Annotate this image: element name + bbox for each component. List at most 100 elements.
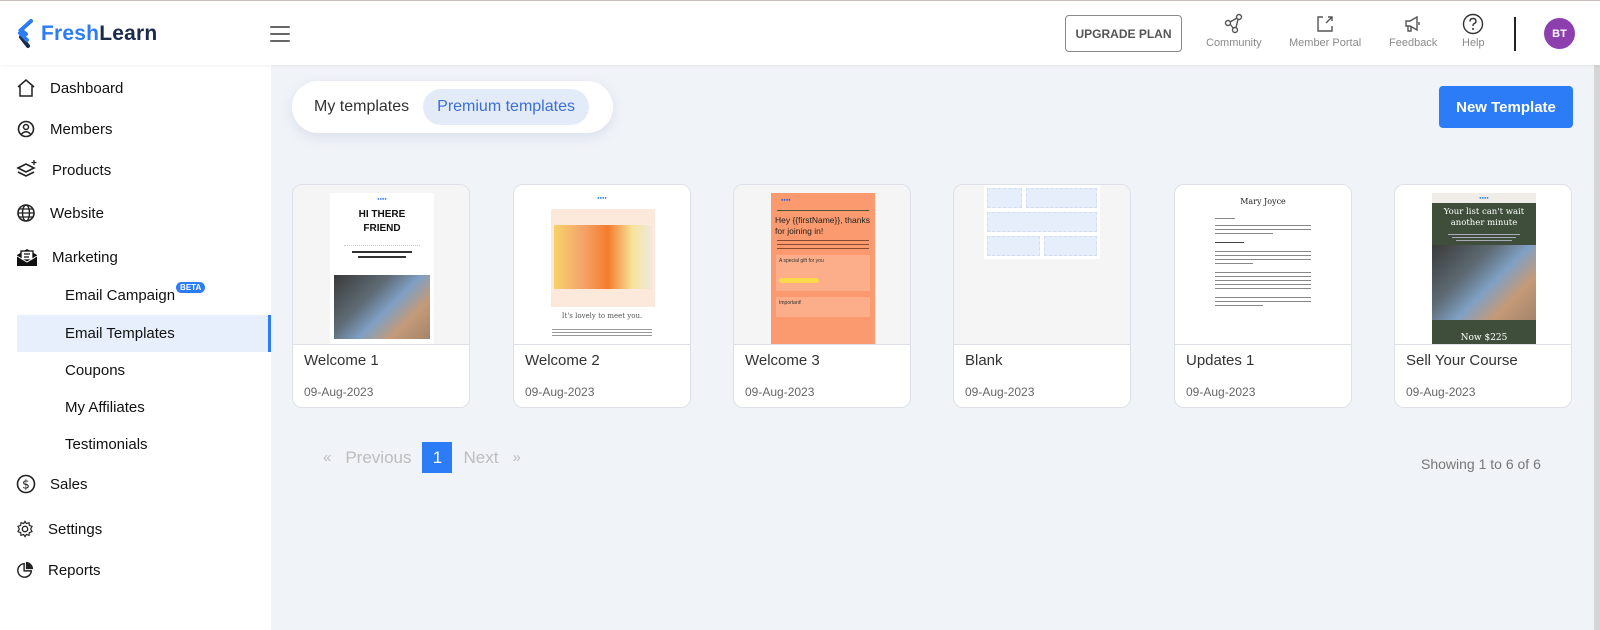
- template-tabs: My templates Premium templates: [292, 81, 613, 133]
- first-page-icon[interactable]: «: [323, 449, 331, 466]
- template-card[interactable]: Mary Joyce Updates 1 09-Aug-2023: [1174, 184, 1352, 408]
- template-thumbnail: ●●●● HI THERE FRIEND: [293, 185, 469, 345]
- page-scrollbar[interactable]: [1594, 65, 1600, 630]
- header-divider: [1514, 17, 1516, 51]
- logo-text: FreshLearn: [41, 22, 157, 46]
- home-icon: [17, 79, 35, 97]
- sidebar-subitem-testimonials[interactable]: Testimonials: [17, 426, 271, 463]
- help-label: Help: [1462, 37, 1485, 49]
- sidebar-subitem-email-campaign[interactable]: Email Campaign BETA: [17, 277, 271, 314]
- sidebar-item-settings[interactable]: Settings: [16, 520, 102, 538]
- showing-count: Showing 1 to 6 of 6: [1421, 456, 1541, 472]
- sidebar-item-reports[interactable]: Reports: [16, 561, 101, 579]
- globe-icon: [17, 204, 35, 222]
- sidebar-item-marketing[interactable]: Marketing: [16, 247, 118, 267]
- woman-laptop-image: [1432, 245, 1536, 320]
- template-date: 09-Aug-2023: [525, 385, 595, 399]
- template-name: Welcome 2: [525, 352, 600, 369]
- freshlearn-logo-icon: [17, 19, 33, 48]
- template-card[interactable]: ●●●● HI THERE FRIEND Welcome 1 09-Aug-20…: [292, 184, 470, 408]
- two-women-image: [554, 225, 652, 289]
- sidebar-item-members[interactable]: Members: [16, 119, 113, 139]
- template-date: 09-Aug-2023: [965, 385, 1035, 399]
- template-date: 09-Aug-2023: [1186, 385, 1256, 399]
- sidebar-item-label: Marketing: [52, 248, 118, 266]
- mail-open-icon: [16, 249, 38, 266]
- template-card[interactable]: ●●●● Hey {{firstName}}, thanks for joini…: [733, 184, 911, 408]
- sidebar: Dashboard Members Products Website Marke…: [0, 65, 271, 630]
- page-1-button[interactable]: 1: [422, 442, 453, 473]
- sidebar-subitem-label: My Affiliates: [65, 399, 145, 416]
- template-name: Welcome 1: [304, 352, 379, 369]
- template-thumbnail: Mary Joyce: [1175, 185, 1351, 345]
- template-name: Welcome 3: [745, 352, 820, 369]
- active-indicator: [268, 315, 271, 352]
- upgrade-plan-button[interactable]: UPGRADE PLAN: [1065, 15, 1182, 52]
- next-page-button[interactable]: Next: [463, 448, 498, 468]
- menu-toggle-icon[interactable]: [270, 26, 290, 42]
- member-portal-link[interactable]: Member Portal: [1289, 13, 1361, 49]
- thumbnail-subheading: A special gift for you: [779, 258, 824, 264]
- template-date: 09-Aug-2023: [745, 385, 815, 399]
- sidebar-item-dashboard[interactable]: Dashboard: [16, 78, 123, 98]
- last-page-icon[interactable]: »: [512, 449, 520, 466]
- thumbnail-subheading: Important!: [779, 300, 802, 306]
- thumbnail-heading: HI THERE FRIEND: [358, 209, 406, 234]
- template-thumbnail: ●●●● It's lovely to meet you.: [514, 185, 690, 345]
- thumbnail-heading: It's lovely to meet you.: [561, 312, 643, 320]
- pagination: « Previous 1 Next »: [323, 442, 521, 473]
- community-label: Community: [1206, 37, 1262, 49]
- template-card[interactable]: ●●●● It's lovely to meet you. Welcome 2 …: [513, 184, 691, 408]
- sidebar-item-website[interactable]: Website: [16, 203, 104, 223]
- logo-text-fresh: Fresh: [41, 22, 100, 45]
- sidebar-subitem-label: Testimonials: [65, 436, 148, 453]
- template-date: 09-Aug-2023: [1406, 385, 1476, 399]
- tab-my-templates[interactable]: My templates: [300, 89, 423, 125]
- user-circle-icon: [17, 120, 35, 138]
- community-icon: [1224, 13, 1243, 34]
- sidebar-subitem-my-affiliates[interactable]: My Affiliates: [17, 389, 271, 426]
- external-link-icon: [1317, 16, 1333, 32]
- thumbnail-price: Now $225: [1460, 333, 1508, 343]
- sidebar-item-label: Dashboard: [50, 79, 124, 97]
- help-link[interactable]: Help: [1462, 13, 1485, 49]
- template-name: Sell Your Course: [1406, 352, 1518, 369]
- feedback-label: Feedback: [1389, 37, 1438, 49]
- template-card[interactable]: Blank 09-Aug-2023: [953, 184, 1131, 408]
- sidebar-item-products[interactable]: Products: [16, 160, 111, 180]
- sidebar-subitem-email-templates[interactable]: Email Templates: [17, 315, 271, 352]
- svg-text:$: $: [22, 478, 30, 492]
- new-template-button[interactable]: New Template: [1439, 86, 1573, 128]
- layers-plus-icon: [16, 160, 37, 177]
- template-thumbnail: [954, 185, 1130, 345]
- sidebar-item-label: Website: [50, 204, 104, 222]
- feedback-link[interactable]: Feedback: [1389, 13, 1437, 49]
- sidebar-subitem-label: Coupons: [65, 362, 126, 379]
- user-avatar[interactable]: BT: [1544, 18, 1575, 49]
- sidebar-subitem-coupons[interactable]: Coupons: [17, 352, 271, 389]
- sidebar-item-label: Products: [52, 161, 112, 179]
- template-card[interactable]: ●●●● Your list can't wait another minute…: [1394, 184, 1572, 408]
- community-link[interactable]: Community: [1206, 13, 1262, 49]
- top-header: FreshLearn UPGRADE PLAN Community Member…: [0, 1, 1600, 65]
- megaphone-icon: [1405, 15, 1420, 32]
- sidebar-subitem-label: Email Templates: [65, 325, 175, 342]
- thumbnail-heading: Mary Joyce: [1240, 197, 1286, 206]
- thumbnail-heading: Your list can't wait another minute: [1443, 207, 1525, 228]
- sidebar-item-label: Members: [50, 120, 113, 138]
- help-icon: [1463, 13, 1484, 35]
- previous-page-button[interactable]: Previous: [345, 448, 411, 468]
- tab-premium-templates[interactable]: Premium templates: [423, 89, 589, 125]
- template-date: 09-Aug-2023: [304, 385, 374, 399]
- thumbnail-heading: Hey {{firstName}}, thanks for joining in…: [775, 215, 870, 236]
- template-thumbnail: ●●●● Hey {{firstName}}, thanks for joini…: [734, 185, 910, 345]
- template-name: Updates 1: [1186, 352, 1255, 369]
- beta-badge: BETA: [176, 282, 206, 293]
- sidebar-item-sales[interactable]: $ Sales: [16, 474, 88, 494]
- logo[interactable]: FreshLearn: [17, 19, 157, 49]
- template-thumbnail: ●●●● Your list can't wait another minute…: [1395, 185, 1571, 345]
- template-name: Blank: [965, 352, 1003, 369]
- logo-text-learn: Learn: [99, 22, 158, 45]
- sidebar-item-label: Sales: [50, 475, 88, 493]
- sidebar-item-label: Reports: [48, 561, 101, 579]
